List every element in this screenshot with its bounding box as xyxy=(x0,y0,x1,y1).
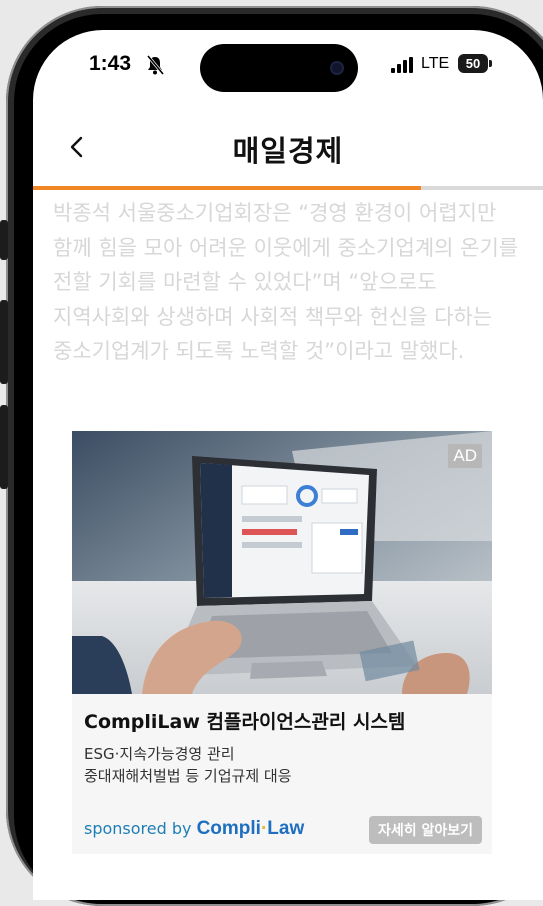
ad-image[interactable]: AD xyxy=(72,431,492,694)
status-bar: 1:43 LTE 50 xyxy=(33,30,543,110)
article-body: 박종석 서울중소기업회장은 “경영 환경이 어렵지만 함께 힘을 모아 어려운 … xyxy=(53,201,519,363)
camera-dot xyxy=(330,61,344,75)
reading-progress-fill xyxy=(33,186,421,190)
ad-badge: AD xyxy=(448,444,482,468)
network-label: LTE xyxy=(421,55,450,72)
page-title: 매일경제 xyxy=(232,134,344,168)
volume-down-button xyxy=(0,405,8,489)
laptop-photo xyxy=(72,431,492,694)
battery-icon: 50 xyxy=(458,54,488,73)
phone-screen: 1:43 LTE 50 매일경제 박종석 서울중소기업회장은 “경영 환경이 어… xyxy=(33,30,543,900)
brand-name-part1: Compli xyxy=(196,818,261,839)
reading-progress-bar xyxy=(33,186,543,190)
brand-logo: Compli·Law xyxy=(197,818,305,839)
ad-card[interactable]: AD CompliLaw 컴플라이언스관리 시스템 ESG·지속가능경영 관리 … xyxy=(72,431,492,854)
ad-title[interactable]: CompliLaw 컴플라이언스관리 시스템 xyxy=(84,707,405,734)
battery-tip xyxy=(489,60,492,67)
nav-bar: 매일경제 xyxy=(33,110,543,186)
ad-description-2: 중대재해처벌법 등 기업규제 대응 xyxy=(84,767,292,785)
sponsor-label: sponsored by xyxy=(84,819,192,838)
dynamic-island xyxy=(200,44,358,92)
action-button xyxy=(0,220,8,260)
ad-description-1: ESG·지속가능경영 관리 xyxy=(84,745,235,763)
signal-icon xyxy=(391,57,413,73)
learn-more-button[interactable]: 자세히 알아보기 xyxy=(368,816,482,844)
sponsor-line: sponsored by Compli·Law xyxy=(84,818,304,840)
bell-muted-icon xyxy=(146,55,164,75)
status-time: 1:43 xyxy=(89,52,132,75)
volume-up-button xyxy=(0,300,8,384)
brand-name-part2: Law xyxy=(267,818,305,839)
